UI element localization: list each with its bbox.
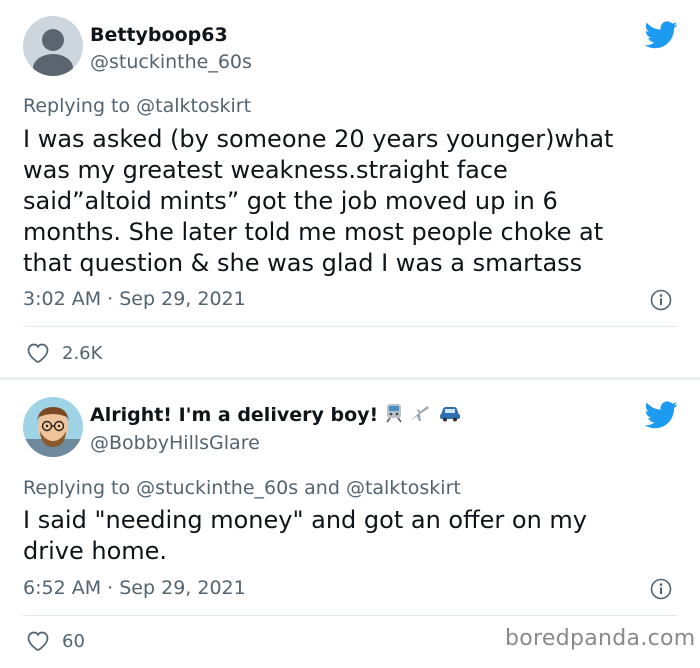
- display-name[interactable]: Alright! I'm a delivery boy!: [90, 403, 462, 428]
- tweet-timestamp[interactable]: 6:52 AM · Sep 29, 2021: [23, 577, 246, 599]
- tweet-time: 6:52 AM: [23, 577, 102, 599]
- reply-mention[interactable]: @stuckinthe_60s: [136, 477, 298, 499]
- info-icon[interactable]: [650, 578, 672, 600]
- like-count: 60: [62, 631, 85, 652]
- replying-to: Replying to @talktoskirt: [23, 95, 251, 117]
- heart-icon[interactable]: [26, 342, 50, 364]
- info-icon[interactable]: [650, 289, 672, 311]
- tweet-text: I said "needing money" and got an offer …: [23, 506, 587, 565]
- dot-separator: ·: [107, 288, 114, 310]
- heart-icon[interactable]: [26, 630, 50, 652]
- tweet-time: 3:02 AM: [23, 288, 102, 310]
- cartoon-man-avatar: [23, 397, 83, 457]
- tweet-card: Alright! I'm a delivery boy! @BobbyHills…: [0, 380, 700, 668]
- default-avatar-icon: [23, 16, 83, 76]
- tweet-date: Sep 29, 2021: [119, 577, 246, 599]
- replying-to: Replying to @stuckinthe_60s and @talktos…: [23, 477, 461, 499]
- user-handle[interactable]: @stuckinthe_60s: [90, 51, 252, 73]
- avatar[interactable]: [23, 16, 83, 76]
- display-name-text: Alright! I'm a delivery boy!: [90, 404, 379, 426]
- replying-prefix: Replying to: [23, 95, 131, 117]
- replying-prefix: Replying to: [23, 477, 131, 499]
- divider: [23, 615, 677, 616]
- display-name[interactable]: Bettyboop63: [90, 24, 228, 46]
- watermark: boredpanda.com: [505, 626, 696, 651]
- like-count: 2.6K: [62, 343, 103, 364]
- avatar[interactable]: [23, 397, 83, 457]
- twitter-bird-icon[interactable]: [645, 21, 678, 49]
- tweet-card: Bettyboop63 @stuckinthe_60s Replying to …: [0, 0, 700, 377]
- car-emoji: [438, 403, 462, 428]
- reply-mention-2[interactable]: @talktoskirt: [346, 477, 461, 499]
- twitter-bird-icon[interactable]: [645, 401, 678, 429]
- replying-conjunction: and: [304, 477, 340, 499]
- dot-separator: ·: [107, 577, 114, 599]
- airplane-emoji: [409, 403, 431, 428]
- tweet-text: I was asked (by someone 20 years younger…: [23, 125, 614, 277]
- divider: [23, 326, 677, 327]
- reply-mention[interactable]: @talktoskirt: [136, 95, 251, 117]
- tweet-date: Sep 29, 2021: [119, 288, 246, 310]
- train-emoji: [385, 403, 403, 428]
- user-handle[interactable]: @BobbyHillsGlare: [90, 432, 260, 454]
- tweet-timestamp[interactable]: 3:02 AM · Sep 29, 2021: [23, 288, 246, 310]
